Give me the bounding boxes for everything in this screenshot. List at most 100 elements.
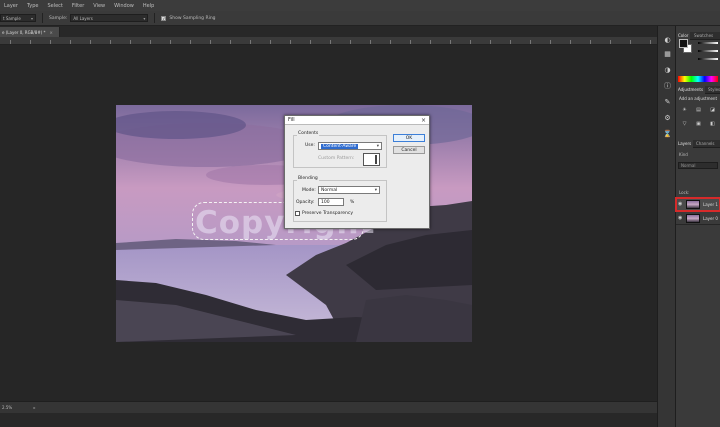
document-tab[interactable]: e (Layer 0, RGB/8#) * ×	[0, 27, 60, 37]
ruler-tick	[250, 40, 251, 44]
sample-layers-select[interactable]: All Layers	[70, 14, 149, 22]
ruler-tick	[290, 40, 291, 44]
ruler-tick	[130, 40, 131, 44]
adjustments-panel-tabs: Adjustments Styles	[676, 86, 720, 94]
color-panel-icon[interactable]: ◐	[663, 36, 672, 45]
ruler-tick	[110, 40, 111, 44]
ok-button[interactable]: OK	[393, 134, 425, 142]
menu-bar: Layer Type Select Filter View Window Hel…	[0, 0, 720, 11]
opacity-unit: %	[350, 200, 355, 205]
adjustments-panel-icon[interactable]: ◑	[663, 66, 672, 75]
visibility-eye-icon[interactable]: ◉	[678, 215, 682, 221]
ruler-tick	[510, 40, 511, 44]
ruler-tick	[570, 40, 571, 44]
hue-saturation-icon[interactable]: ▣	[696, 122, 701, 127]
dialog-title: Fill	[288, 117, 295, 123]
brush-panel-icon[interactable]: ✎	[663, 98, 672, 107]
use-label: Use:	[305, 143, 315, 148]
tab-adjustments[interactable]: Adjustments	[676, 86, 706, 94]
ruler-tick	[550, 40, 551, 44]
layer-name: Layer 0	[703, 216, 718, 221]
mode-label: Mode:	[302, 188, 316, 193]
levels-icon[interactable]: ▤	[696, 108, 701, 113]
status-arrow-icon[interactable]: ▸	[33, 405, 35, 410]
info-panel-icon[interactable]: ⓘ	[663, 82, 672, 91]
close-icon[interactable]: ×	[421, 116, 426, 125]
document-title: e (Layer 0, RGB/8#) *	[2, 29, 46, 35]
ruler-tick	[90, 40, 91, 44]
blending-label: Blending	[297, 176, 319, 181]
menu-filter[interactable]: Filter	[72, 3, 84, 9]
ruler-tick	[50, 40, 51, 44]
curves-icon[interactable]: ◪	[710, 108, 715, 113]
use-select[interactable]: Content-Aware	[318, 142, 382, 150]
show-sampling-ring-checkbox[interactable]: ✓	[161, 15, 167, 21]
ruler-tick	[230, 40, 231, 44]
ruler-tick	[530, 40, 531, 44]
options-bar: t Sample Sample: All Layers ✓ Show Sampl…	[0, 11, 720, 26]
menu-select[interactable]: Select	[47, 3, 62, 9]
ruler-tick	[590, 40, 591, 44]
divider	[42, 13, 43, 23]
right-panels: Color Swatches Adjustments Styles Add an…	[675, 26, 720, 427]
fill-dialog: Fill × Contents Use: Content-Aware Custo…	[284, 115, 430, 229]
clone-source-icon[interactable]: ⚙	[663, 114, 672, 123]
preserve-transparency-checkbox[interactable]	[295, 211, 300, 216]
ruler-tick	[330, 40, 331, 44]
ruler-tick	[370, 40, 371, 44]
menu-window[interactable]: Window	[114, 3, 134, 9]
layer-row[interactable]: ◉ Layer 0	[676, 212, 720, 225]
custom-pattern-swatch[interactable]	[363, 153, 380, 166]
tab-styles[interactable]: Styles	[706, 86, 720, 94]
color-slider-r[interactable]	[698, 42, 718, 44]
dialog-title-bar[interactable]: Fill ×	[285, 116, 429, 125]
layer-row[interactable]: ◉ Layer 1	[675, 197, 720, 212]
swatches-panel-icon[interactable]: ▦	[663, 50, 672, 59]
ruler-tick	[470, 40, 471, 44]
zoom-level[interactable]: 2.5%	[2, 405, 12, 410]
ruler-tick	[490, 40, 491, 44]
sample-mode-select[interactable]: t Sample	[0, 14, 36, 22]
color-balance-icon[interactable]: ◧	[710, 122, 715, 127]
foreground-color-swatch[interactable]	[679, 39, 688, 48]
panel-icon-strip: ◐ ▦ ◑ ⓘ ✎ ⚙ ⌛	[657, 26, 676, 427]
tab-swatches[interactable]: Swatches	[692, 32, 715, 40]
vibrance-icon[interactable]: ▽	[682, 122, 687, 127]
menu-layer[interactable]: Layer	[4, 3, 18, 9]
opacity-label: Opacity:	[296, 200, 315, 205]
color-slider-b[interactable]	[698, 58, 718, 60]
ruler-tick	[450, 40, 451, 44]
visibility-eye-icon[interactable]: ◉	[678, 201, 682, 207]
menu-type[interactable]: Type	[27, 3, 38, 9]
tab-channels[interactable]: Channels	[694, 140, 717, 148]
ruler-tick	[310, 40, 311, 44]
ruler-tick	[10, 40, 11, 44]
close-tab-icon[interactable]: ×	[50, 30, 53, 35]
horizontal-ruler	[0, 37, 657, 45]
ruler-tick	[430, 40, 431, 44]
mode-select[interactable]: Normal	[318, 186, 380, 194]
blend-mode-select[interactable]: Normal	[678, 162, 718, 169]
ruler-tick	[70, 40, 71, 44]
ruler-tick	[190, 40, 191, 44]
ruler-tick	[210, 40, 211, 44]
ruler-tick	[30, 40, 31, 44]
kind-filter-label[interactable]: Kind	[679, 152, 688, 157]
opacity-input[interactable]: 100	[318, 198, 344, 206]
cancel-button[interactable]: Cancel	[393, 146, 425, 154]
show-sampling-ring-label: Show Sampling Ring	[169, 15, 216, 21]
layers-panel-tabs: Layers Channels	[676, 140, 720, 148]
ruler-tick	[650, 40, 651, 44]
menu-help[interactable]: Help	[143, 3, 154, 9]
ruler-tick	[390, 40, 391, 44]
history-panel-icon[interactable]: ⌛	[663, 130, 672, 139]
color-spectrum[interactable]	[678, 76, 718, 82]
lock-label: Lock:	[679, 190, 690, 195]
color-slider-g[interactable]	[698, 50, 718, 52]
ruler-tick	[630, 40, 631, 44]
tab-layers[interactable]: Layers	[676, 140, 694, 148]
brightness-icon[interactable]: ☀	[682, 108, 687, 113]
menu-view[interactable]: View	[93, 3, 105, 9]
status-bar: 2.5% ▸	[0, 401, 657, 413]
layer-thumbnail	[686, 200, 700, 209]
